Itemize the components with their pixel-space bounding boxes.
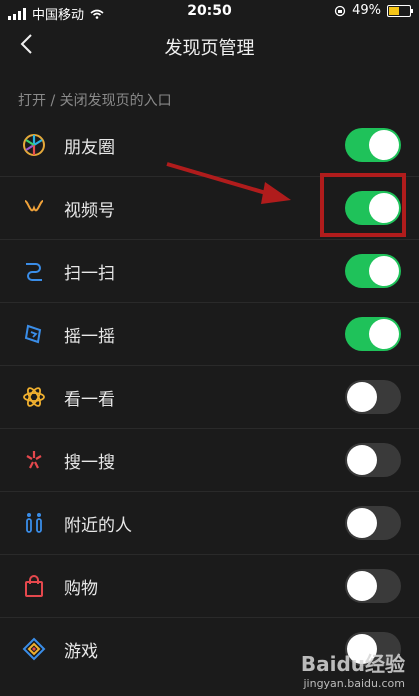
annotation-arrow bbox=[166, 162, 291, 204]
page-title: 发现页管理 bbox=[164, 38, 255, 59]
toggle-switch[interactable] bbox=[345, 254, 401, 288]
shopping-bag-icon bbox=[25, 575, 43, 597]
item-label: 扫一扫 bbox=[64, 264, 115, 284]
watermark-brand: Baidu经验 bbox=[300, 652, 405, 676]
item-label: 视频号 bbox=[64, 201, 115, 221]
item-label: 附近的人 bbox=[64, 516, 132, 536]
orientation-lock-icon bbox=[334, 5, 346, 16]
item-label: 搜一搜 bbox=[64, 453, 115, 473]
item-label: 游戏 bbox=[64, 642, 98, 662]
toggle-switch[interactable] bbox=[345, 128, 401, 162]
list-item-search: 搜一搜 bbox=[0, 429, 419, 492]
toggle-switch[interactable] bbox=[345, 569, 401, 603]
status-right: 49% bbox=[334, 3, 413, 18]
moments-icon bbox=[23, 134, 45, 156]
people-nearby-icon bbox=[26, 513, 42, 533]
games-icon bbox=[22, 637, 46, 661]
list-item-shake: 摇一摇 bbox=[0, 303, 419, 366]
top-stories-icon bbox=[23, 387, 45, 407]
toggle-switch[interactable] bbox=[345, 317, 401, 351]
item-label: 购物 bbox=[64, 579, 98, 599]
search-icon bbox=[26, 451, 42, 469]
item-label: 朋友圈 bbox=[64, 138, 115, 158]
item-label: 看一看 bbox=[64, 390, 115, 410]
channels-icon bbox=[24, 200, 44, 212]
nav-header: 发现页管理 bbox=[0, 22, 419, 70]
scan-icon bbox=[26, 263, 42, 281]
list-item-scan: 扫一扫 bbox=[0, 240, 419, 303]
battery-percent: 49% bbox=[352, 3, 381, 18]
list-item-shopping: 购物 bbox=[0, 555, 419, 618]
list-item-people-nearby: 附近的人 bbox=[0, 492, 419, 555]
annotation-highlight-box bbox=[320, 173, 406, 237]
list-item-top-stories: 看一看 bbox=[0, 366, 419, 429]
battery-icon bbox=[387, 4, 413, 17]
toggle-switch[interactable] bbox=[345, 443, 401, 477]
status-bar: 中国移动 20:50 49% bbox=[0, 0, 419, 23]
watermark-url: jingyan.baidu.com bbox=[303, 677, 405, 690]
item-label: 摇一摇 bbox=[64, 327, 115, 347]
section-subtitle: 打开 / 关闭发现页的入口 bbox=[18, 93, 172, 109]
toggle-switch[interactable] bbox=[345, 380, 401, 414]
shake-icon bbox=[24, 324, 42, 344]
toggle-switch[interactable] bbox=[345, 506, 401, 540]
baidu-watermark: Baidu经验 jingyan.baidu.com bbox=[301, 648, 405, 690]
